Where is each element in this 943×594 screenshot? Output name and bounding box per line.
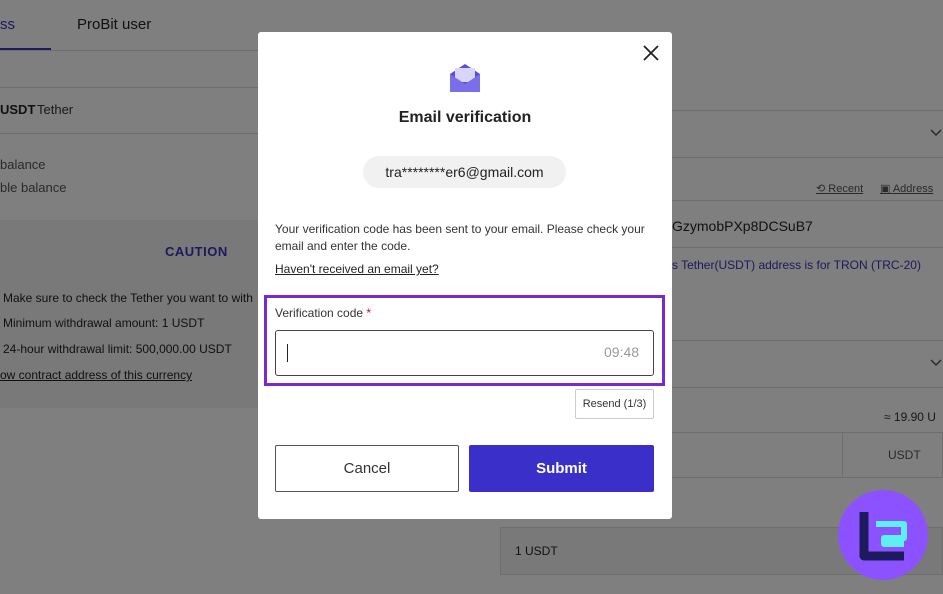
verification-code-input[interactable]: [286, 331, 586, 374]
close-icon[interactable]: [640, 42, 662, 64]
required-mark: *: [366, 306, 372, 320]
email-address-chip: tra********er6@gmail.com: [363, 156, 566, 188]
cancel-button[interactable]: Cancel: [275, 445, 459, 492]
text-caret: [287, 344, 288, 362]
email-verification-modal: Email verification tra********er6@gmail.…: [258, 32, 672, 519]
resend-button[interactable]: Resend (1/3): [575, 389, 654, 419]
verification-code-field[interactable]: [275, 330, 654, 376]
mail-open-icon: [448, 62, 482, 94]
not-received-link[interactable]: Haven't received an email yet?: [275, 262, 439, 276]
brand-logo: [838, 490, 928, 580]
countdown-timer: 09:48: [604, 344, 640, 360]
submit-button[interactable]: Submit: [469, 445, 654, 492]
modal-title: Email verification: [398, 109, 532, 126]
verification-code-label: Verification code *: [275, 306, 372, 320]
verification-message: Your verification code has been sent to …: [275, 222, 645, 253]
